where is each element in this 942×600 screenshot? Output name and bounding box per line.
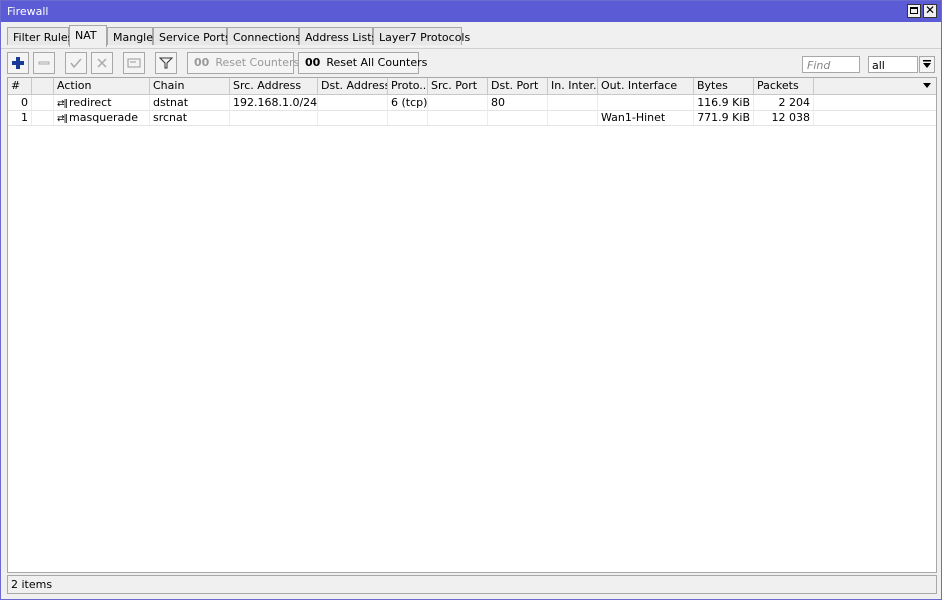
plus-icon — [12, 57, 24, 69]
filter-button[interactable] — [155, 52, 177, 74]
row-number: 0 — [8, 95, 32, 110]
maximize-button[interactable] — [907, 4, 921, 18]
row-flags — [32, 110, 54, 125]
tab-service-ports[interactable]: Service Ports — [153, 27, 231, 45]
status-bar: 2 items — [7, 575, 937, 594]
tab-connections[interactable]: Connections — [227, 27, 301, 45]
action-icon: ⇄‖ — [57, 99, 68, 109]
row-out-interface — [598, 95, 694, 110]
row-out-interface: Wan1-Hinet — [598, 110, 694, 125]
row-in-interface — [548, 95, 598, 110]
row-chain: srcnat — [150, 110, 230, 125]
tab-mangle[interactable]: Mangle — [107, 27, 153, 45]
col-out-interface[interactable]: Out. Interface — [598, 78, 694, 94]
filter-icon — [159, 57, 173, 69]
window-title: Firewall — [7, 5, 49, 18]
col-dst-address[interactable]: Dst. Address — [318, 78, 388, 94]
row-action: ⇄‖ redirect — [54, 95, 150, 110]
row-flags — [32, 95, 54, 110]
col-src-address[interactable]: Src. Address — [230, 78, 318, 94]
reset-all-counters-button[interactable]: 00 Reset All Counters — [298, 52, 427, 74]
row-packets: 12 038 — [754, 110, 814, 125]
col-number[interactable]: # — [8, 78, 32, 94]
minus-icon — [38, 61, 50, 65]
comment-button[interactable] — [123, 52, 145, 74]
col-dst-port[interactable]: Dst. Port — [488, 78, 548, 94]
close-button[interactable]: ✕ — [923, 3, 937, 18]
row-dst-port — [488, 110, 548, 125]
row-number: 1 — [8, 110, 32, 125]
row-dst-address — [318, 110, 388, 125]
firewall-window: Firewall ✕ Filter Rules NAT Mangle Servi… — [0, 0, 942, 600]
check-icon — [70, 58, 82, 69]
row-action: ⇄‖ masquerade — [54, 110, 150, 125]
table-header: # Action Chain Src. Address Dst. Address… — [8, 78, 936, 95]
item-count: 2 items — [11, 578, 53, 591]
enable-button[interactable] — [65, 52, 87, 74]
col-bytes[interactable]: Bytes — [694, 78, 754, 94]
tab-nat[interactable]: NAT — [69, 25, 107, 47]
add-button[interactable] — [7, 52, 29, 74]
table-row[interactable]: 0 ⇄‖ redirect dstnat 192.168.1.0/24 6 (tc… — [8, 95, 936, 111]
close-icon: ✕ — [925, 3, 936, 17]
table-row[interactable]: 1 ⇄‖ masquerade srcnat Wan1-Hinet 771.9 K… — [8, 110, 936, 126]
find-input[interactable]: Find — [802, 56, 860, 73]
row-packets: 2 204 — [754, 95, 814, 110]
dropdown-arrow-icon — [923, 60, 931, 68]
toolbar: 00 Reset Counters 00 Reset All Counters Fi… — [1, 48, 941, 77]
row-src-port — [428, 95, 488, 110]
row-bytes: 771.9 KiB — [694, 110, 754, 125]
row-dst-port: 80 — [488, 95, 548, 110]
col-protocol[interactable]: Proto... — [388, 78, 428, 94]
tab-filter-rules[interactable]: Filter Rules — [7, 27, 73, 45]
row-src-address — [230, 110, 318, 125]
tab-layer7-protocols[interactable]: Layer7 Protocols — [373, 27, 470, 45]
filter-select-dropdown[interactable] — [919, 56, 935, 73]
col-flags[interactable] — [32, 78, 54, 94]
remove-button[interactable] — [33, 52, 55, 74]
cross-icon — [97, 58, 107, 68]
col-src-port[interactable]: Src. Port — [428, 78, 488, 94]
row-dst-address — [318, 95, 388, 110]
row-src-address: 192.168.1.0/24 — [230, 95, 318, 110]
nat-rules-table: # Action Chain Src. Address Dst. Address… — [7, 77, 937, 573]
col-in-interface[interactable]: In. Inter... — [548, 78, 598, 94]
row-protocol — [388, 110, 428, 125]
row-protocol: 6 (tcp) — [388, 95, 428, 110]
row-chain: dstnat — [150, 95, 230, 110]
col-action[interactable]: Action — [54, 78, 150, 94]
title-bar[interactable]: Firewall ✕ — [1, 1, 941, 22]
row-src-port — [428, 110, 488, 125]
reset-counters-button[interactable]: 00 Reset Counters — [187, 52, 299, 74]
row-bytes: 116.9 KiB — [694, 95, 754, 110]
tab-address-lists[interactable]: Address Lists — [299, 27, 377, 45]
disable-button[interactable] — [91, 52, 113, 74]
row-in-interface — [548, 110, 598, 125]
filter-select[interactable]: all — [868, 56, 918, 73]
comment-icon — [127, 58, 141, 68]
col-packets[interactable]: Packets — [754, 78, 814, 94]
action-icon: ⇄‖ — [57, 114, 68, 124]
column-menu-arrow-icon[interactable] — [922, 81, 932, 91]
col-chain[interactable]: Chain — [150, 78, 230, 94]
